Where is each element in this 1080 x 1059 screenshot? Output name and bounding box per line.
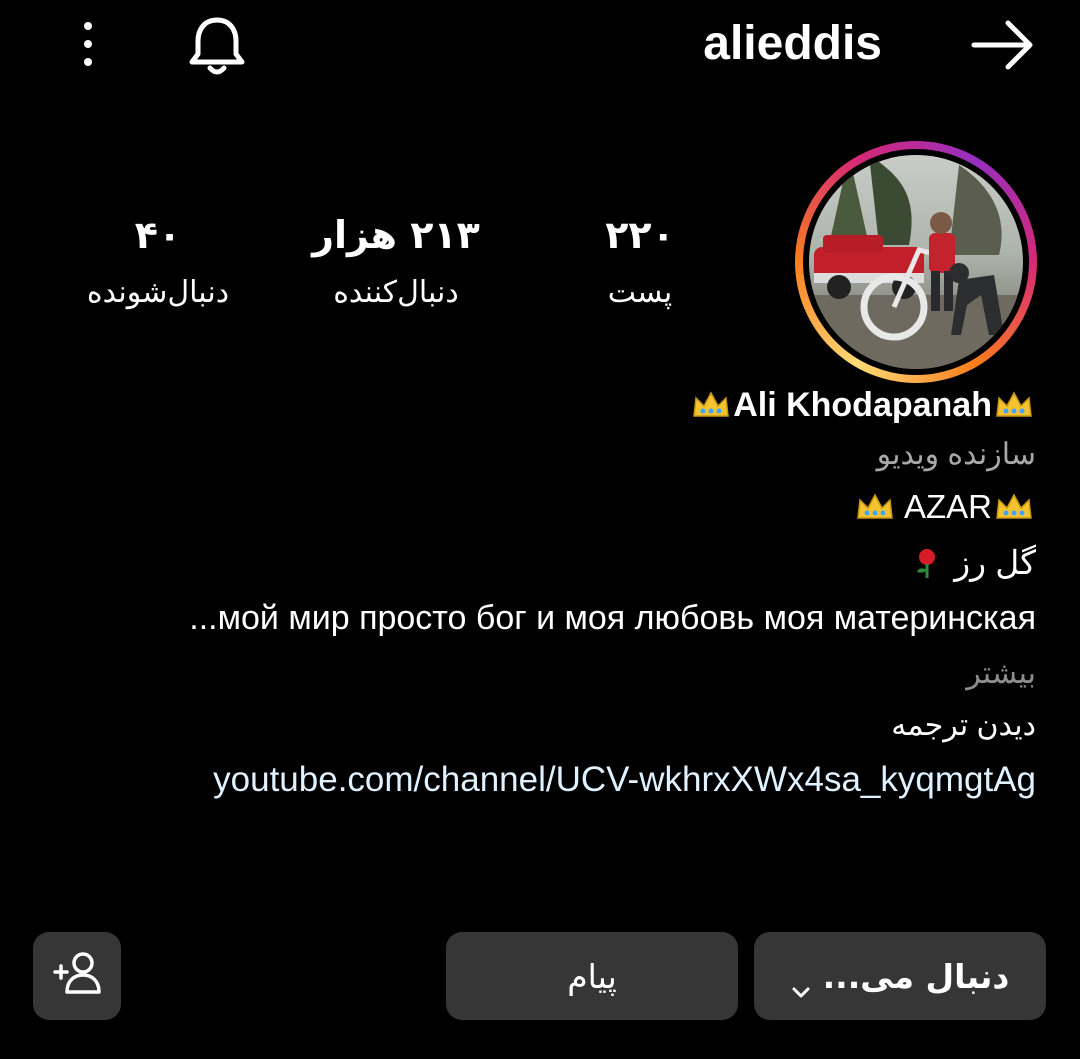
following-button[interactable]: دنبال می... — [754, 932, 1046, 1020]
add-person-icon — [51, 950, 103, 1002]
suggested-users-button[interactable] — [33, 932, 121, 1020]
crown-icon — [994, 492, 1034, 522]
crown-icon — [855, 492, 895, 522]
message-button[interactable]: پیام — [446, 932, 738, 1020]
see-translation-link[interactable]: دیدن ترجمه — [891, 704, 1036, 748]
profile-external-link[interactable]: youtube.com/channel/UCV-wkhrxXWx4sa_kyqm… — [213, 754, 1036, 806]
chevron-down-icon — [791, 969, 811, 998]
followers-label: دنبال‌کننده — [333, 275, 459, 310]
arrow-right-icon[interactable] — [968, 16, 1038, 74]
crown-icon — [691, 390, 731, 420]
bio-rose-text: گل رز — [954, 544, 1036, 581]
bio-more-link[interactable]: بیشتر — [966, 652, 1036, 696]
followers-count: ۲۱۳ هزار — [312, 213, 480, 257]
following-label: دنبال‌شونده — [86, 275, 230, 310]
profile-username: alieddis — [703, 17, 882, 70]
profile-category: سازنده ویدیو — [876, 438, 1036, 471]
posts-count: ۲۲۰ — [605, 213, 675, 257]
profile-display-name: Ali Khodapanah — [689, 382, 1036, 428]
rose-icon — [911, 548, 943, 578]
display-name-text: Ali Khodapanah — [733, 386, 992, 424]
bio-azar-text: AZAR — [903, 488, 992, 525]
following-button-label: دنبال می... — [822, 956, 1010, 996]
message-button-label: پیام — [567, 956, 617, 996]
following-stat[interactable]: ۴۰ دنبال‌شونده — [87, 206, 229, 322]
bell-icon[interactable] — [186, 14, 248, 78]
bio-line-azar: AZAR — [853, 484, 1036, 530]
bio-line-russian: ...мой мир просто бог и моя любовь моя м… — [189, 599, 1036, 637]
following-count: ۴۰ — [134, 213, 182, 257]
posts-stat[interactable]: ۲۲۰ پست — [605, 206, 675, 322]
crown-icon — [994, 390, 1034, 420]
followers-stat[interactable]: ۲۱۳ هزار دنبال‌کننده — [312, 206, 480, 322]
bio-line-rose: گل رز — [909, 540, 1036, 586]
profile-avatar[interactable] — [809, 155, 1023, 369]
posts-label: پست — [607, 275, 673, 310]
more-options-icon[interactable] — [70, 18, 106, 70]
